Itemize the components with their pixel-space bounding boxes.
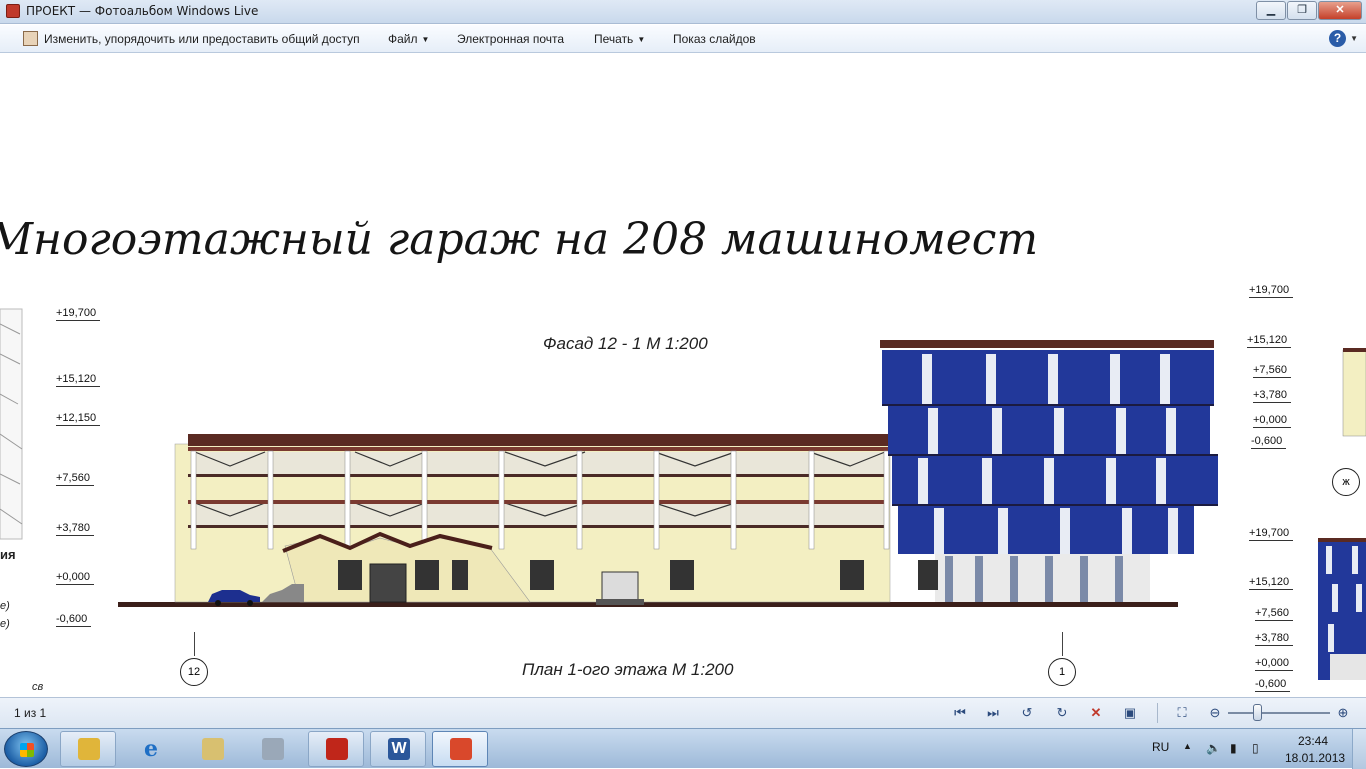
maximize-button[interactable]: ❐ bbox=[1287, 1, 1317, 20]
chevron-down-icon: ▼ bbox=[421, 35, 430, 44]
taskbar: e W RU ▲ 🔈 ▮ ▯ 23:44 18.01.2013 bbox=[0, 728, 1366, 769]
power-icon[interactable]: ▯ bbox=[1252, 741, 1259, 755]
file-menu-label: Файл bbox=[388, 32, 418, 46]
pdf-icon bbox=[326, 738, 348, 760]
slideshow-icon[interactable]: ▣ bbox=[1120, 704, 1140, 722]
windows-logo-icon bbox=[20, 743, 34, 757]
word-doc-icon: W bbox=[388, 738, 410, 760]
tools-icon[interactable] bbox=[184, 731, 240, 767]
network-icon[interactable]: ▮ bbox=[1230, 741, 1237, 755]
delete-icon[interactable]: ✕ bbox=[1086, 704, 1106, 722]
app-icon bbox=[6, 4, 20, 18]
facade-drawing bbox=[0, 308, 1366, 680]
fit-to-window-icon[interactable]: ⛶ bbox=[1172, 704, 1192, 722]
print-menu-label: Печать bbox=[594, 32, 634, 46]
window-controls: ▁ ❐ ✕ bbox=[1255, 1, 1362, 21]
zoom-slider-thumb[interactable] bbox=[1253, 704, 1262, 721]
gallery-logo-icon bbox=[450, 738, 472, 760]
zoom-in-icon[interactable]: ⊕ bbox=[1333, 704, 1353, 722]
photo-viewer: Многоэтажный гараж на 208 машиномест Фас… bbox=[0, 54, 1366, 697]
status-bar: 1 из 1 ⏮ ⏭ ↺ ↻ ✕ ▣ ⛶ ⊖ ⊕ bbox=[0, 697, 1366, 728]
chevron-down-icon[interactable]: ▼ bbox=[1350, 34, 1358, 43]
start-button[interactable] bbox=[4, 731, 48, 767]
first-photo-icon[interactable]: ⏮ bbox=[950, 704, 970, 722]
zoom-slider[interactable] bbox=[1228, 712, 1330, 714]
site-plan-fragment bbox=[0, 308, 23, 540]
calculator-glyph-icon bbox=[262, 738, 284, 760]
rotate-left-icon[interactable]: ↺ bbox=[1017, 704, 1037, 722]
print-menu[interactable]: Печать ▼ bbox=[594, 32, 645, 46]
chevron-down-icon: ▼ bbox=[637, 35, 646, 44]
page-counter: 1 из 1 bbox=[14, 706, 47, 720]
calculator-icon[interactable] bbox=[244, 731, 300, 767]
slideshow-button[interactable]: Показ слайдов bbox=[673, 32, 756, 46]
organize-icon bbox=[23, 31, 38, 46]
clock-time[interactable]: 23:44 bbox=[1298, 734, 1328, 748]
wrench-icon bbox=[202, 738, 224, 760]
folder-icon bbox=[78, 738, 100, 760]
photo-gallery-window: ПРОЕКТ — Фотоальбом Windows Live ▁ ❐ ✕ И… bbox=[0, 0, 1366, 728]
internet-explorer-icon[interactable]: e bbox=[122, 731, 178, 767]
window-title: ПРОЕКТ — Фотоальбом Windows Live bbox=[26, 4, 259, 18]
explorer-icon[interactable] bbox=[60, 731, 116, 767]
minimize-button[interactable]: ▁ bbox=[1256, 1, 1286, 20]
chevron-up-icon[interactable]: ▲ bbox=[1183, 741, 1192, 751]
clock-date[interactable]: 18.01.2013 bbox=[1285, 751, 1345, 765]
file-menu[interactable]: Файл ▼ bbox=[388, 32, 429, 46]
photo-gallery-icon[interactable] bbox=[432, 731, 488, 767]
email-button[interactable]: Электронная почта bbox=[457, 32, 564, 46]
close-button[interactable]: ✕ bbox=[1318, 1, 1362, 20]
divider bbox=[1157, 703, 1158, 723]
ie-logo-icon: e bbox=[144, 736, 158, 762]
word-icon[interactable]: W bbox=[370, 731, 426, 767]
command-bar: Изменить, упорядочить или предоставить о… bbox=[0, 25, 1366, 53]
organize-button[interactable]: Изменить, упорядочить или предоставить о… bbox=[44, 32, 360, 46]
rotate-right-icon[interactable]: ↻ bbox=[1052, 704, 1072, 722]
speaker-icon[interactable]: 🔈 bbox=[1206, 741, 1221, 755]
acrobat-icon[interactable] bbox=[308, 731, 364, 767]
help-icon[interactable]: ? bbox=[1329, 30, 1346, 47]
language-indicator[interactable]: RU bbox=[1152, 740, 1169, 754]
show-desktop-button[interactable] bbox=[1352, 729, 1366, 769]
last-photo-icon[interactable]: ⏭ bbox=[983, 704, 1003, 722]
title-bar[interactable]: ПРОЕКТ — Фотоальбом Windows Live ▁ ❐ ✕ bbox=[0, 0, 1366, 24]
zoom-out-icon[interactable]: ⊖ bbox=[1205, 704, 1225, 722]
